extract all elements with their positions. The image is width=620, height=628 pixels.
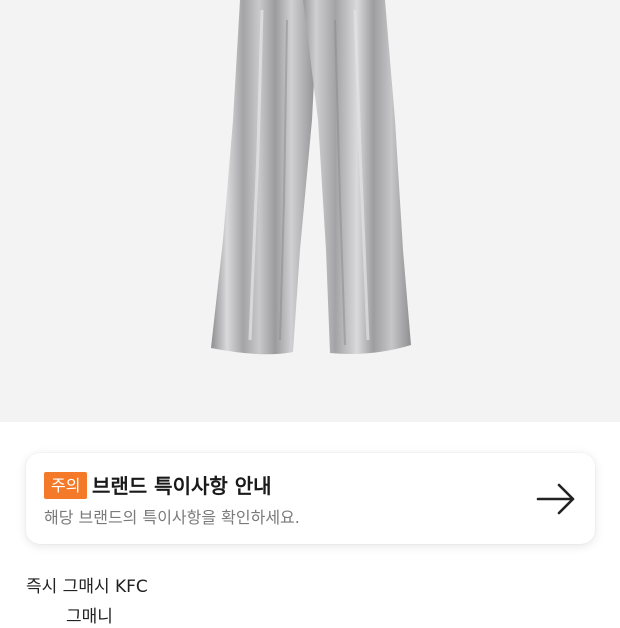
left-leg (211, 0, 318, 355)
product-image (211, 0, 411, 355)
brand-notice-card[interactable]: 주의 브랜드 특이사항 안내 해당 브랜드의 특이사항을 확인하세요. (26, 453, 595, 544)
arrow-right-icon[interactable] (536, 482, 576, 520)
notice-description: 해당 브랜드의 특이사항을 확인하세요. (44, 508, 300, 527)
product-image-area (0, 0, 620, 422)
caution-badge: 주의 (44, 472, 88, 499)
notice-title: 브랜드 특이사항 안내 (92, 474, 272, 498)
partial-text-line-1: 즉시 그매시 KFC (26, 577, 148, 597)
partial-text-line-2: 그매니 (66, 607, 113, 627)
